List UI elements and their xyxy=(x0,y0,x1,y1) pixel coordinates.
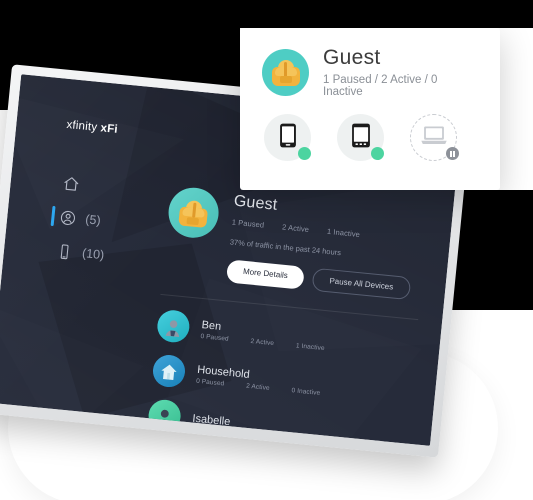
device-tile[interactable] xyxy=(410,114,459,162)
avatar xyxy=(155,308,191,344)
profile-list: Ben 0 Paused 2 Active 1 Inactive Househo… xyxy=(147,308,417,446)
sidebar-count-people: (5) xyxy=(84,212,102,228)
sidebar-count-devices: (10) xyxy=(81,246,105,263)
person-avatar-icon xyxy=(156,409,171,427)
status-dot-paused xyxy=(446,147,459,161)
stat-active: 2 Active xyxy=(250,337,275,347)
avatar xyxy=(151,353,187,389)
list-item-text: Ben 0 Paused 2 Active 1 Inactive xyxy=(200,319,416,361)
sidebar-nav: (5) (10) xyxy=(3,161,146,276)
stat-active: 2 Active xyxy=(245,382,271,392)
stat-paused: 1 Paused xyxy=(231,217,265,230)
house-icon xyxy=(161,364,177,380)
stat-paused: 0 Paused xyxy=(200,332,230,343)
stat-paused: 0 Paused xyxy=(195,377,225,388)
popup-summary: 1 Paused / 2 Active / 0 Inactive xyxy=(323,74,438,99)
backdrop-top xyxy=(0,0,533,28)
popup-header-text: Guest 1 Paused / 2 Active / 0 Inactive xyxy=(323,46,480,98)
guest-detail-popup: Guest 1 Paused / 2 Active / 0 Inactive xyxy=(240,28,500,190)
popup-device-list xyxy=(262,114,480,162)
hero-profile: Guest 1 Paused 2 Active 1 Inactive 37% o… xyxy=(162,185,429,301)
laptop-icon xyxy=(420,125,447,150)
popup-avatar xyxy=(262,48,309,96)
hero-actions: More Details Pause All Devices xyxy=(225,259,412,301)
person-avatar-icon xyxy=(165,320,180,337)
status-dot-active xyxy=(371,147,384,161)
logo-prefix: xfinity xyxy=(65,118,102,135)
stat-active: 2 Active xyxy=(281,222,310,235)
more-details-button[interactable]: More Details xyxy=(225,259,305,290)
smartphone-icon xyxy=(279,123,296,153)
screenshot-stage: xfinity xFi (5) (10) Guest 1 Paused 2 Ac… xyxy=(0,0,533,500)
home-icon xyxy=(62,174,81,193)
backpack-icon xyxy=(178,199,208,229)
stat-inactive: 1 Inactive xyxy=(326,226,361,240)
status-dot-active xyxy=(298,147,311,161)
backpack-icon xyxy=(271,59,300,86)
tablet-icon xyxy=(351,123,370,153)
avatar xyxy=(147,398,183,434)
popup-title: Guest xyxy=(323,46,381,69)
device-tile[interactable] xyxy=(337,114,384,162)
person-icon xyxy=(59,208,78,227)
stat-inactive: 1 Inactive xyxy=(295,341,326,352)
popup-header: Guest 1 Paused / 2 Active / 0 Inactive xyxy=(262,46,480,98)
device-tile[interactable] xyxy=(264,114,311,162)
pause-all-devices-button[interactable]: Pause All Devices xyxy=(311,267,412,301)
app-logo: xfinity xFi xyxy=(66,119,151,139)
hero-text: Guest 1 Paused 2 Active 1 Inactive 37% o… xyxy=(225,192,418,301)
device-icon xyxy=(55,242,74,261)
active-indicator xyxy=(50,205,56,227)
hero-avatar xyxy=(166,185,221,241)
stat-inactive: 0 Inactive xyxy=(291,386,321,397)
logo-suffix: xFi xyxy=(99,122,119,136)
list-item-text: Household 0 Paused 2 Active 0 Inactive xyxy=(196,363,412,405)
